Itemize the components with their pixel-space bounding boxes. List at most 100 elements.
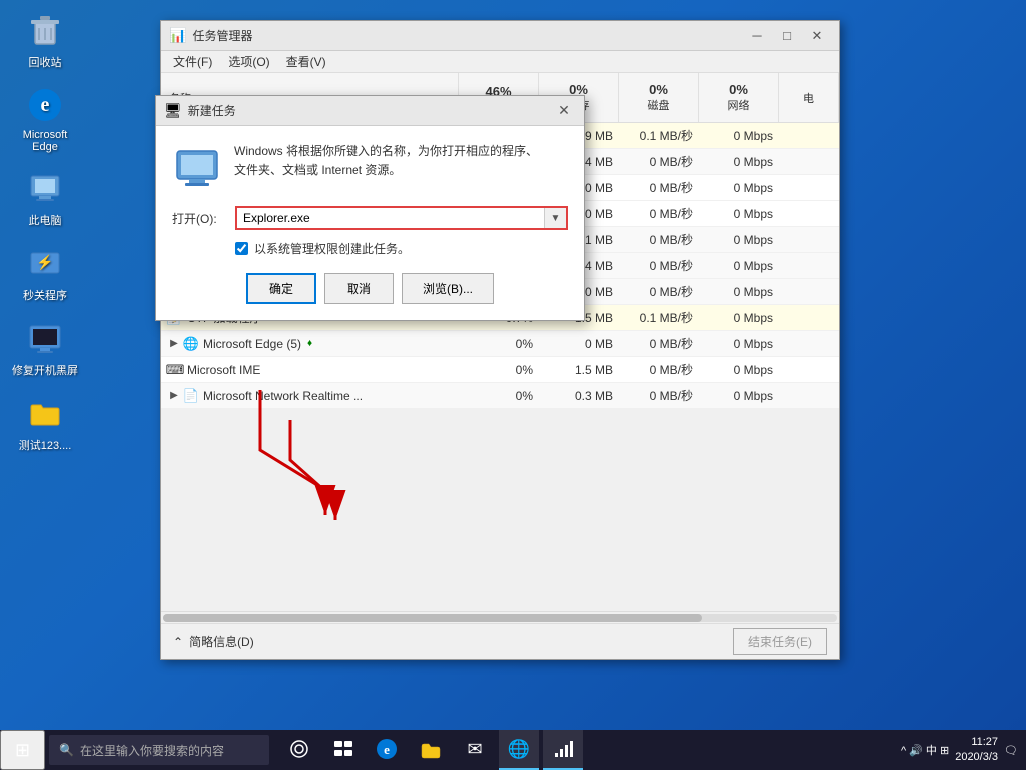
taskbar-apps: e ✉ 🌐 xyxy=(279,730,583,770)
cell-mem: 1.5 MB xyxy=(539,363,619,377)
desktop-icon-test-folder[interactable]: 测试123.... xyxy=(10,393,80,453)
date-display: 2020/3/3 xyxy=(955,750,998,765)
edge-label: MicrosoftEdge xyxy=(23,129,68,153)
taskbar-mail[interactable]: ✉ xyxy=(455,730,495,770)
expand-button[interactable]: ▶ xyxy=(167,389,181,403)
cell-net: 0 Mbps xyxy=(699,207,779,221)
cell-disk: 0 MB/秒 xyxy=(619,153,699,170)
taskbar-right: ^ 🔊 中 ⊞ 11:27 2020/3/3 🗨 xyxy=(901,735,1026,766)
cell-name-text: Microsoft Network Realtime ... xyxy=(203,389,363,403)
recycle-bin-label: 回收站 xyxy=(29,54,62,70)
cell-disk: 0.1 MB/秒 xyxy=(619,309,699,326)
dropdown-button[interactable]: ▼ xyxy=(544,208,566,228)
svg-text:e: e xyxy=(384,742,390,757)
cell-name-text: Microsoft IME xyxy=(187,363,260,377)
start-button[interactable]: ⊞ xyxy=(0,730,45,770)
horizontal-scrollbar[interactable] xyxy=(161,611,839,623)
col-disk-label: 磁盘 xyxy=(648,97,670,113)
svg-text:⚡: ⚡ xyxy=(36,254,53,271)
desktop-icon-shutdown[interactable]: ⚡ 秒关程序 xyxy=(10,243,80,303)
browse-button[interactable]: 浏览(B)... xyxy=(402,273,494,304)
minimize-button[interactable]: ─ xyxy=(743,25,771,47)
green-dot: ♦ xyxy=(307,338,312,349)
table-row[interactable]: ▶ 📄 Microsoft Network Realtime ... 0% 0.… xyxy=(161,383,839,409)
dialog-buttons: 确定 取消 浏览(B)... xyxy=(172,273,568,304)
open-label: 打开(O): xyxy=(172,210,227,227)
taskbar-explorer[interactable] xyxy=(411,730,451,770)
new-task-titlebar: 🖥 新建任务 ✕ xyxy=(156,96,584,126)
input-wrapper: ▼ xyxy=(235,206,568,230)
menu-file[interactable]: 文件(F) xyxy=(165,51,220,72)
taskbar-network-app[interactable]: 🌐 xyxy=(499,730,539,770)
cell-cpu: 0% xyxy=(459,337,539,351)
shutdown-label: 秒关程序 xyxy=(23,287,67,303)
col-network-label: 网络 xyxy=(728,97,750,113)
close-button[interactable]: ✕ xyxy=(803,25,831,47)
cell-cpu: 0% xyxy=(459,389,539,403)
cell-disk: 0 MB/秒 xyxy=(619,179,699,196)
col-disk[interactable]: 0% 磁盘 xyxy=(619,73,699,122)
cancel-button[interactable]: 取消 xyxy=(324,273,394,304)
cell-cpu: 0% xyxy=(459,363,539,377)
new-task-close-button[interactable]: ✕ xyxy=(552,101,576,121)
menu-view[interactable]: 查看(V) xyxy=(278,51,334,72)
maximize-button[interactable]: □ xyxy=(773,25,801,47)
taskbar-task-view[interactable] xyxy=(323,730,363,770)
window-controls: ─ □ ✕ xyxy=(743,25,831,47)
table-row[interactable]: ▶ 🌐 Microsoft Edge (5) ♦ 0% 0 MB 0 MB/秒 … xyxy=(161,331,839,357)
test-folder-icon xyxy=(25,393,65,433)
network-icon: 📄 xyxy=(183,388,199,404)
search-bar[interactable]: 🔍 在这里输入你要搜索的内容 xyxy=(49,735,269,765)
desktop: 回收站 e MicrosoftEdge 此电脑 xyxy=(0,0,1026,770)
cell-net: 0 Mbps xyxy=(699,363,779,377)
desktop-icon-this-pc[interactable]: 此电脑 xyxy=(10,168,80,228)
end-task-button[interactable]: 结束任务(E) xyxy=(733,628,827,655)
menu-options[interactable]: 选项(O) xyxy=(220,51,277,72)
taskbar: ⊞ 🔍 在这里输入你要搜索的内容 e xyxy=(0,730,1026,770)
cell-disk: 0 MB/秒 xyxy=(619,283,699,300)
col-network-percent: 0% xyxy=(729,82,748,97)
cell-net: 0 Mbps xyxy=(699,311,779,325)
cell-net: 0 Mbps xyxy=(699,285,779,299)
expand-button[interactable]: ▶ xyxy=(167,337,181,351)
repair-icon xyxy=(25,318,65,358)
ok-button[interactable]: 确定 xyxy=(246,273,316,304)
col-network[interactable]: 0% 网络 xyxy=(699,73,779,122)
task-manager-title-icon: 📊 xyxy=(169,27,186,44)
desktop-icon-repair[interactable]: 修复开机黑屏 xyxy=(10,318,80,378)
cell-disk: 0 MB/秒 xyxy=(619,205,699,222)
cell-disk: 0 MB/秒 xyxy=(619,257,699,274)
desktop-icon-edge[interactable]: e MicrosoftEdge xyxy=(10,85,80,153)
checkbox-row: 以系统管理权限创建此任务。 xyxy=(172,240,568,257)
new-task-title-icon: 🖥 xyxy=(164,102,182,119)
edge-desktop-icon: e xyxy=(25,85,65,125)
taskbar-cortana[interactable] xyxy=(279,730,319,770)
col-disk-percent: 0% xyxy=(649,82,668,97)
admin-checkbox[interactable] xyxy=(235,242,248,255)
task-manager-menubar: 文件(F) 选项(O) 查看(V) xyxy=(161,51,839,73)
this-pc-icon xyxy=(25,168,65,208)
status-bar: ⌃ 简略信息(D) 结束任务(E) xyxy=(161,623,839,659)
new-task-body: Windows 将根据你所键入的名称，为你打开相应的程序、 文件夹、文档或 In… xyxy=(156,126,584,320)
new-task-icon xyxy=(172,142,222,192)
cell-net: 0 Mbps xyxy=(699,155,779,169)
taskbar-taskmanager-app[interactable] xyxy=(543,730,583,770)
col-power[interactable]: 电 xyxy=(779,73,839,122)
repair-label: 修复开机黑屏 xyxy=(12,362,78,378)
desktop-icon-recycle-bin[interactable]: 回收站 xyxy=(10,10,80,70)
open-input[interactable] xyxy=(237,208,544,228)
cell-mem: 0.3 MB xyxy=(539,389,619,403)
cell-disk: 0 MB/秒 xyxy=(619,335,699,352)
table-row[interactable]: ⌨ Microsoft IME 0% 1.5 MB 0 MB/秒 0 Mbps xyxy=(161,357,839,383)
search-icon: 🔍 xyxy=(59,743,74,757)
cell-net: 0 Mbps xyxy=(699,129,779,143)
collapse-info[interactable]: ⌃ 简略信息(D) xyxy=(173,633,254,650)
cell-disk: 0 MB/秒 xyxy=(619,361,699,378)
search-placeholder: 在这里输入你要搜索的内容 xyxy=(80,742,224,759)
cell-name-text: Microsoft Edge (5) xyxy=(203,337,301,351)
notification-icon[interactable]: 🗨 xyxy=(1004,744,1018,757)
taskbar-edge[interactable]: e xyxy=(367,730,407,770)
task-manager-titlebar: 📊 任务管理器 ─ □ ✕ xyxy=(161,21,839,51)
cell-name: ⌨ Microsoft IME xyxy=(161,362,459,378)
cell-name: ▶ 📄 Microsoft Network Realtime ... xyxy=(161,388,459,404)
